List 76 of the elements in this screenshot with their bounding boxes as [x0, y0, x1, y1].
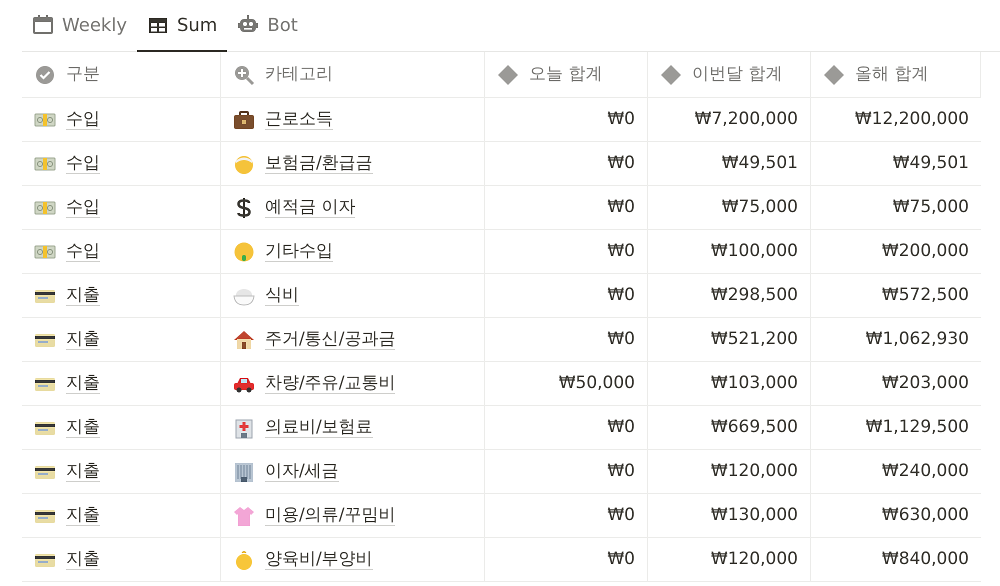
blouse-icon	[233, 504, 255, 526]
amount-cell-text: ₩1,129,500	[866, 416, 969, 439]
category-link[interactable]: 양육비/부양비	[265, 548, 373, 570]
hospital-icon	[233, 416, 255, 438]
amount-cell-text: ₩669,500	[710, 416, 798, 439]
amount-cell-text: ₩12,200,000	[854, 108, 969, 131]
type-link[interactable]: 지출	[66, 372, 100, 394]
amount-cell-text: ₩1,062,930	[866, 328, 969, 351]
amount-cell-text: ₩120,000	[710, 548, 798, 571]
column-header[interactable]: 올해 합계	[855, 62, 928, 88]
type-link[interactable]: 수입	[66, 196, 100, 218]
amount-cell-text: ₩0	[607, 196, 635, 219]
type-link[interactable]: 지출	[66, 504, 100, 526]
view-tab[interactable]: Sum	[136, 0, 228, 52]
category-link[interactable]: 보험금/환급금	[265, 152, 373, 174]
category-link[interactable]: 주거/통신/공과금	[265, 328, 396, 350]
type-link[interactable]: 지출	[66, 284, 100, 306]
category-link[interactable]: 기타수입	[265, 240, 333, 262]
briefcase-icon	[233, 108, 255, 130]
amount-cell-text: ₩49,501	[722, 152, 798, 175]
amount-cell-text: ₩0	[607, 460, 635, 483]
amount-cell-text: ₩0	[607, 108, 635, 131]
amount-cell-text: ₩0	[607, 504, 635, 527]
column-header[interactable]: 이번달 합계	[692, 62, 782, 88]
type-link[interactable]: 지출	[66, 460, 100, 482]
column-header[interactable]: 오늘 합계	[529, 62, 602, 88]
amount-cell-text: ₩0	[607, 548, 635, 571]
amount-cell-text: ₩50,000	[558, 372, 635, 395]
amount-cell-text: ₩103,000	[710, 372, 798, 395]
amount-cell-text: ₩0	[607, 284, 635, 307]
category-link[interactable]: 예적금 이자	[265, 196, 356, 218]
amount-cell-text: ₩0	[607, 240, 635, 263]
amount-cell-text: ₩75,000	[892, 196, 969, 219]
amount-cell-text: ₩120,000	[710, 460, 798, 483]
type-link[interactable]: 수입	[66, 240, 100, 262]
amount-cell-text: ₩521,200	[710, 328, 798, 351]
category-link[interactable]: 이자/세금	[265, 460, 339, 482]
column-header[interactable]: 구분	[66, 62, 100, 88]
diamond-icon	[497, 64, 519, 86]
type-link[interactable]: 수입	[66, 108, 100, 130]
type-link[interactable]: 수입	[66, 152, 100, 174]
amount-cell-text: ₩240,000	[882, 460, 969, 483]
magnifier-plus-icon	[233, 64, 255, 86]
amount-cell-text: ₩0	[607, 416, 635, 439]
amount-cell-text: ₩75,000	[722, 196, 798, 219]
type-link[interactable]: 지출	[66, 416, 100, 438]
amount-cell-text: ₩49,501	[892, 152, 969, 175]
amount-cell-text: ₩130,000	[710, 504, 798, 527]
category-link[interactable]: 근로소득	[265, 108, 333, 130]
category-link[interactable]: 의료비/보험료	[265, 416, 373, 438]
amount-cell-text: ₩630,000	[882, 504, 969, 527]
face-icon	[233, 240, 255, 262]
column-header[interactable]: 카테고리	[265, 62, 333, 88]
amount-cell-text: ₩100,000	[710, 240, 798, 263]
amount-cell-text: ₩0	[607, 328, 635, 351]
house-icon	[233, 328, 255, 350]
view-tab[interactable]: Bot	[227, 0, 308, 52]
category-link[interactable]: 미용/의류/꾸밈비	[265, 504, 396, 526]
type-link[interactable]: 지출	[66, 328, 100, 350]
diamond-icon	[660, 64, 682, 86]
amount-cell-text: ₩572,500	[882, 284, 969, 307]
type-link[interactable]: 지출	[66, 548, 100, 570]
calendar-icon	[32, 14, 54, 36]
amount-cell-text: ₩298,500	[710, 284, 798, 307]
diamond-icon	[823, 64, 845, 86]
check-circle-icon	[34, 64, 56, 86]
amount-cell-text: ₩0	[607, 152, 635, 175]
amount-cell-text: ₩840,000	[882, 548, 969, 571]
amount-cell-text: ₩203,000	[882, 372, 969, 395]
category-link[interactable]: 차량/주유/교통비	[265, 372, 396, 394]
office-building-icon	[233, 460, 255, 482]
chick-head-icon	[233, 548, 255, 570]
category-link[interactable]: 식비	[265, 284, 299, 306]
amount-cell-text: ₩7,200,000	[694, 108, 798, 131]
view-tab[interactable]: Weekly	[22, 0, 137, 52]
amount-cell-text: ₩200,000	[882, 240, 969, 263]
